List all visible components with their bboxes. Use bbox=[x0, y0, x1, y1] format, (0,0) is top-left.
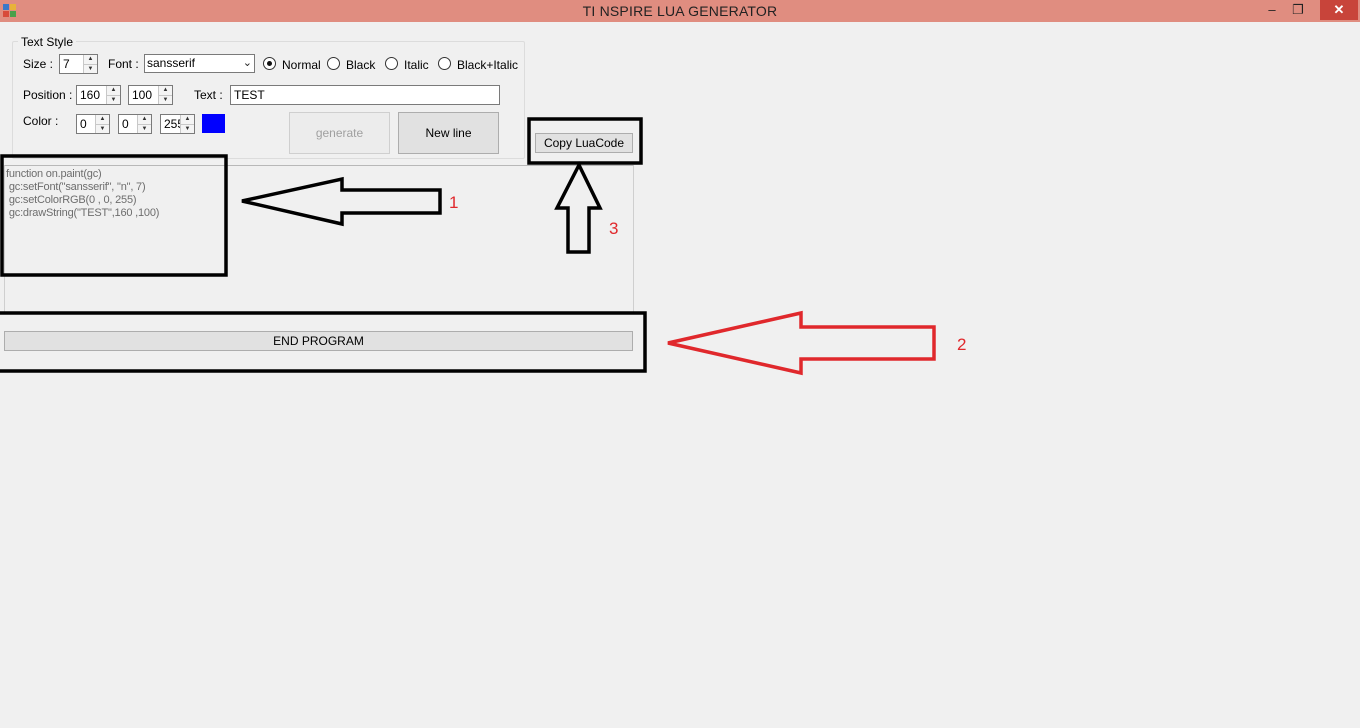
position-y-spin-buttons[interactable]: ▲ ▼ bbox=[158, 86, 172, 104]
spin-up-icon[interactable]: ▲ bbox=[84, 55, 97, 64]
position-y-value: 100 bbox=[132, 88, 153, 102]
size-value: 7 bbox=[63, 57, 70, 71]
restore-button[interactable]: ❐ bbox=[1288, 0, 1308, 20]
end-program-button[interactable]: END PROGRAM bbox=[4, 331, 633, 351]
position-x-stepper[interactable]: 160 ▲ ▼ bbox=[76, 85, 121, 105]
annotation-label-3: 3 bbox=[609, 219, 619, 238]
position-y-stepper[interactable]: 100 ▲ ▼ bbox=[128, 85, 173, 105]
radio-black-label: Black bbox=[346, 58, 376, 72]
size-spin-buttons[interactable]: ▲ ▼ bbox=[83, 55, 97, 73]
minimize-button[interactable]: – bbox=[1262, 0, 1282, 20]
color-swatch bbox=[202, 114, 225, 133]
color-r-stepper[interactable]: 0 ▲ ▼ bbox=[76, 114, 110, 134]
position-x-spin-buttons[interactable]: ▲ ▼ bbox=[106, 86, 120, 104]
radio-black[interactable] bbox=[327, 57, 340, 70]
font-select[interactable]: sansserif ⌄ bbox=[144, 54, 255, 73]
font-label: Font : bbox=[108, 57, 139, 71]
radio-normal[interactable] bbox=[263, 57, 276, 70]
spin-up-icon[interactable]: ▲ bbox=[181, 115, 194, 124]
size-stepper[interactable]: 7 ▲ ▼ bbox=[59, 54, 98, 74]
spin-down-icon[interactable]: ▼ bbox=[84, 64, 97, 73]
copy-lua-code-button[interactable]: Copy LuaCode bbox=[535, 133, 633, 153]
radio-italic[interactable] bbox=[385, 57, 398, 70]
color-r-value: 0 bbox=[80, 117, 87, 131]
color-g-stepper[interactable]: 0 ▲ ▼ bbox=[118, 114, 152, 134]
text-input[interactable]: TEST bbox=[230, 85, 500, 105]
annotation-label-2: 2 bbox=[957, 335, 967, 354]
color-b-stepper[interactable]: 255 ▲ ▼ bbox=[160, 114, 195, 134]
position-x-value: 160 bbox=[80, 88, 101, 102]
title-bar: TI NSPIRE LUA GENERATOR – ❐ ✕ bbox=[0, 0, 1360, 22]
new-line-button[interactable]: New line bbox=[398, 112, 499, 154]
spin-down-icon[interactable]: ▼ bbox=[181, 124, 194, 133]
spin-up-icon[interactable]: ▲ bbox=[96, 115, 109, 124]
radio-italic-label: Italic bbox=[404, 58, 429, 72]
color-g-spin-buttons[interactable]: ▲ ▼ bbox=[137, 115, 151, 133]
spin-down-icon[interactable]: ▼ bbox=[107, 95, 120, 104]
color-b-spin-buttons[interactable]: ▲ ▼ bbox=[180, 115, 194, 133]
color-g-value: 0 bbox=[122, 117, 129, 131]
radio-normal-label: Normal bbox=[282, 58, 321, 72]
arrow-left-red-icon bbox=[667, 310, 936, 376]
code-line: function on.paint(gc) bbox=[6, 168, 102, 180]
radio-black-italic[interactable] bbox=[438, 57, 451, 70]
text-style-legend: Text Style bbox=[18, 35, 77, 49]
spin-down-icon[interactable]: ▼ bbox=[159, 95, 172, 104]
close-button[interactable]: ✕ bbox=[1320, 0, 1358, 20]
spin-up-icon[interactable]: ▲ bbox=[107, 86, 120, 95]
window-title: TI NSPIRE LUA GENERATOR bbox=[582, 3, 778, 19]
generate-button[interactable]: generate bbox=[289, 112, 390, 154]
spin-up-icon[interactable]: ▲ bbox=[159, 86, 172, 95]
size-label: Size : bbox=[23, 57, 54, 71]
spin-up-icon[interactable]: ▲ bbox=[138, 115, 151, 124]
color-r-spin-buttons[interactable]: ▲ ▼ bbox=[95, 115, 109, 133]
font-select-value: sansserif bbox=[147, 56, 196, 70]
spin-down-icon[interactable]: ▼ bbox=[138, 124, 151, 133]
chevron-down-icon[interactable]: ⌄ bbox=[243, 55, 252, 72]
annotation-label-1: 1 bbox=[449, 193, 459, 212]
text-label: Text : bbox=[194, 88, 223, 102]
radio-black-italic-label: Black+Italic bbox=[457, 58, 519, 72]
color-label: Color : bbox=[23, 114, 59, 128]
position-label: Position : bbox=[23, 88, 73, 102]
code-line: gc:setColorRGB(0 , 0, 255) bbox=[6, 194, 137, 206]
code-line: gc:setFont("sansserif", "n", 7) bbox=[6, 181, 146, 193]
spin-down-icon[interactable]: ▼ bbox=[96, 124, 109, 133]
code-line: gc:drawString("TEST",160 ,100) bbox=[6, 207, 160, 219]
